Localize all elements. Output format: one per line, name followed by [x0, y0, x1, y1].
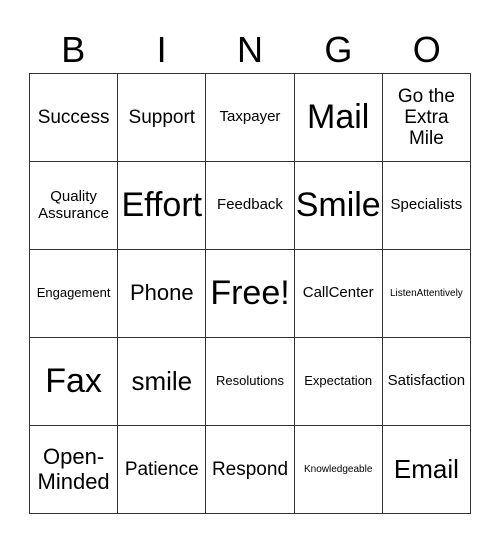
bingo-cell[interactable]: Support [118, 74, 207, 162]
bingo-cell[interactable]: Mail [294, 74, 383, 162]
bingo-cell[interactable]: Specialists [382, 162, 471, 250]
bingo-grid: Success Support Taxpayer Mail Go the Ext… [29, 73, 471, 514]
header-letter-g: G [324, 29, 353, 70]
bingo-cell[interactable]: Email [382, 426, 471, 514]
header-letter-o: O [412, 29, 441, 70]
bingo-cell[interactable]: Smile [294, 162, 383, 250]
bingo-cell[interactable]: Respond [206, 426, 295, 514]
bingo-cell[interactable]: Engagement [30, 250, 119, 338]
bingo-cell[interactable]: CallCenter [294, 250, 383, 338]
bingo-cell[interactable]: Go the Extra Mile [382, 74, 471, 162]
bingo-cell[interactable]: Expectation [294, 338, 383, 426]
bingo-cell[interactable]: Effort [118, 162, 207, 250]
bingo-cell[interactable]: Phone [118, 250, 207, 338]
bingo-cell[interactable]: Feedback [206, 162, 295, 250]
bingo-cell[interactable]: Resolutions [206, 338, 295, 426]
header-letter-b: B [61, 29, 86, 70]
bingo-cell[interactable]: Patience [118, 426, 207, 514]
header-letter-i: I [156, 29, 167, 70]
bingo-cell free-space[interactable]: Free! [206, 250, 295, 338]
bingo-cell[interactable]: Taxpayer [206, 74, 295, 162]
bingo-cell[interactable]: Satisfaction [382, 338, 471, 426]
bingo-cell[interactable]: smile [118, 338, 207, 426]
bingo-cell[interactable]: Open-Minded [30, 426, 119, 514]
bingo-cell[interactable]: Success [30, 74, 119, 162]
header-letter-n: N [236, 29, 263, 70]
bingo-header: B I N G O [29, 28, 471, 72]
bingo-cell[interactable]: Fax [30, 338, 119, 426]
bingo-cell[interactable]: Knowledgeable [294, 426, 383, 514]
bingo-cell[interactable]: Quality Assurance [30, 162, 119, 250]
bingo-cell[interactable]: ListenAttentively [382, 250, 471, 338]
